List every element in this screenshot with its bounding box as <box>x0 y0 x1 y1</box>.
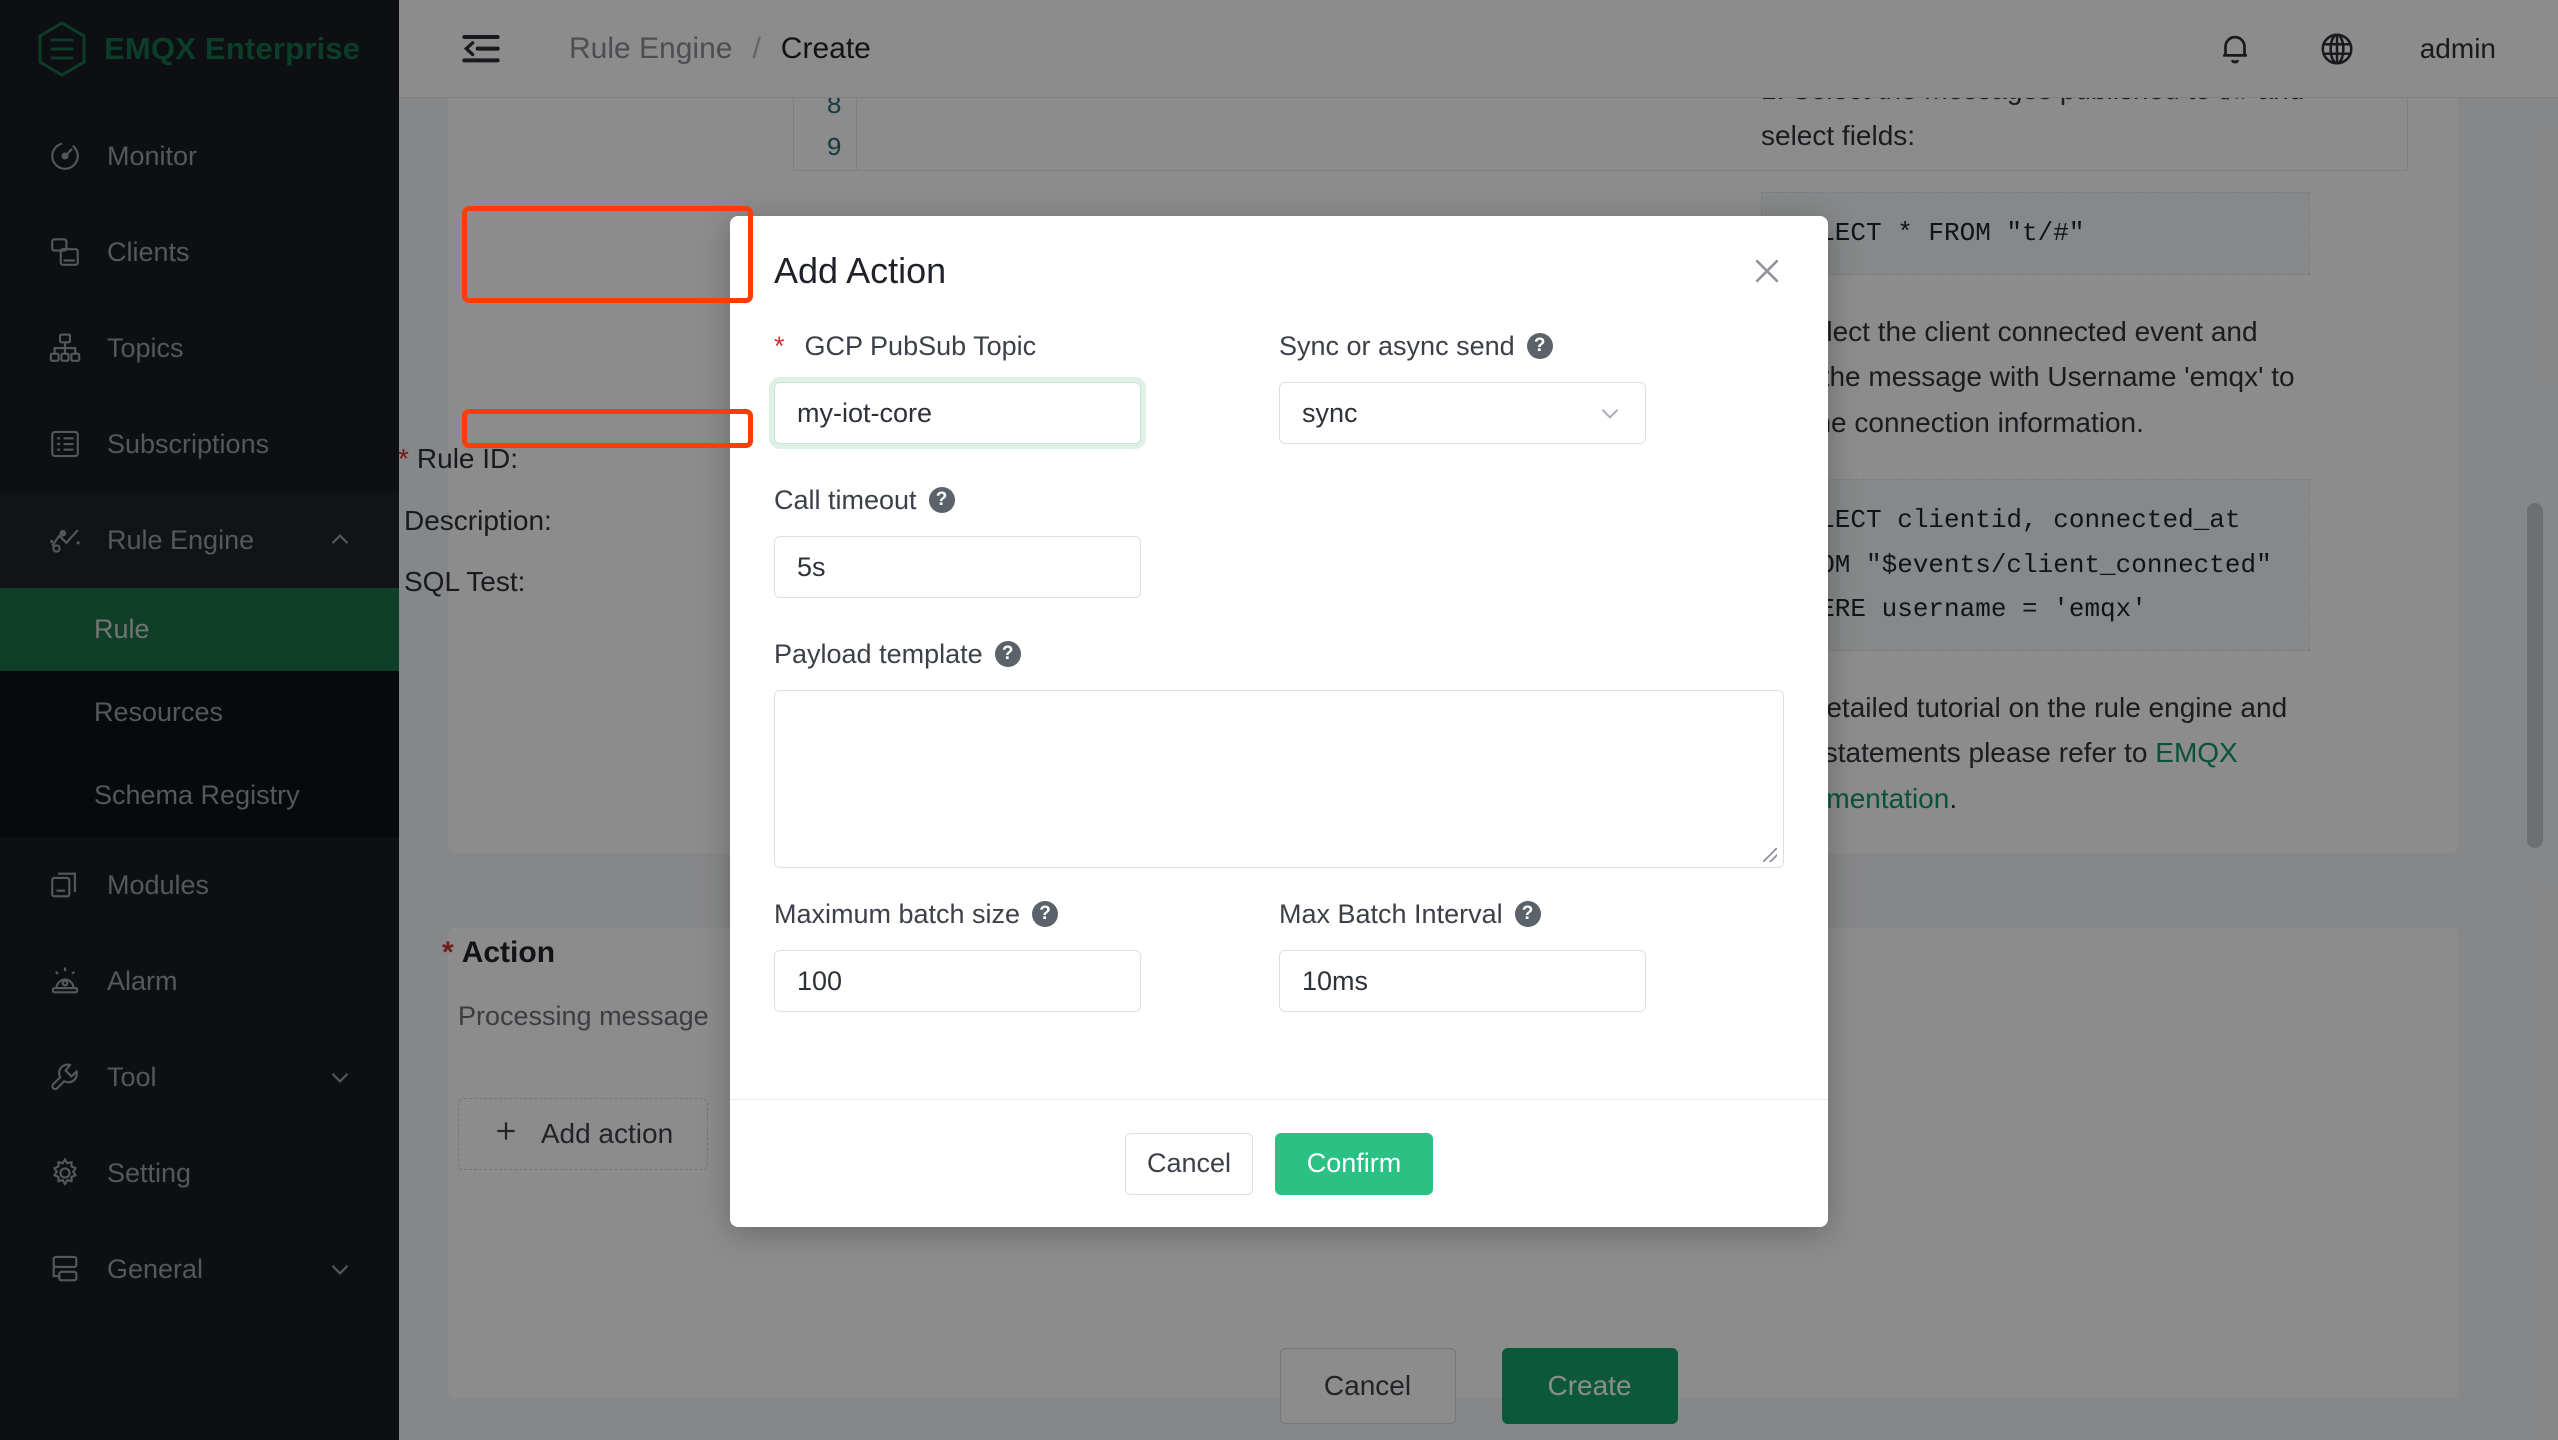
form-row-3: Maximum batch size ? 100 Max Batch Inter… <box>774 894 1784 1026</box>
payload-template-label: Payload template ? <box>774 634 1784 674</box>
gcp-pubsub-topic-input[interactable]: my-iot-core <box>774 382 1141 444</box>
form-row-2: Call timeout ? 5s <box>774 480 1784 612</box>
close-icon[interactable] <box>1750 254 1784 288</box>
call-timeout-input[interactable]: 5s <box>774 536 1141 598</box>
question-icon[interactable]: ? <box>1032 901 1058 927</box>
gcp-pubsub-topic-label: * GCP PubSub Topic <box>774 326 1279 366</box>
form-row-1: * GCP PubSub Topic my-iot-core Sync or a… <box>774 326 1784 458</box>
question-icon[interactable]: ? <box>995 641 1021 667</box>
dialog-header: Add Action <box>730 216 1828 326</box>
label-text: Sync or async send <box>1279 331 1515 362</box>
call-timeout-label: Call timeout ? <box>774 480 1279 520</box>
label-text: Maximum batch size <box>774 899 1020 930</box>
payload-template-textarea[interactable] <box>774 690 1784 868</box>
max-batch-interval-label: Max Batch Interval ? <box>1279 894 1784 934</box>
call-timeout-field: Call timeout ? 5s <box>774 480 1279 598</box>
add-action-dialog: Add Action * GCP PubSub Topic my-iot-cor… <box>730 216 1828 1227</box>
label-text: Max Batch Interval <box>1279 899 1503 930</box>
question-icon[interactable]: ? <box>1527 333 1553 359</box>
dialog-title: Add Action <box>774 250 946 292</box>
dialog-cancel-button[interactable]: Cancel <box>1125 1133 1253 1195</box>
required-star: * <box>774 331 785 362</box>
sync-async-select[interactable]: sync <box>1279 382 1646 444</box>
sync-async-value: sync <box>1302 398 1358 429</box>
question-icon[interactable]: ? <box>929 487 955 513</box>
label-text: GCP PubSub Topic <box>805 331 1037 362</box>
max-batch-interval-field: Max Batch Interval ? 10ms <box>1279 894 1784 1012</box>
dialog-footer: Cancel Confirm <box>730 1099 1828 1227</box>
form-col-right-empty <box>1279 480 1784 612</box>
payload-template-field: Payload template ? <box>774 634 1784 868</box>
form-col-right: Max Batch Interval ? 10ms <box>1279 894 1784 1026</box>
form-col-left: Maximum batch size ? 100 <box>774 894 1279 1026</box>
dialog-body: * GCP PubSub Topic my-iot-core Sync or a… <box>730 326 1828 1099</box>
gcp-pubsub-topic-field: * GCP PubSub Topic my-iot-core <box>774 326 1279 444</box>
chevron-down-icon <box>1597 400 1623 426</box>
sync-async-field: Sync or async send ? sync <box>1279 326 1784 444</box>
form-col-left: * GCP PubSub Topic my-iot-core <box>774 326 1279 458</box>
sync-async-label: Sync or async send ? <box>1279 326 1784 366</box>
max-batch-size-field: Maximum batch size ? 100 <box>774 894 1279 1012</box>
label-text: Call timeout <box>774 485 917 516</box>
form-col-right: Sync or async send ? sync <box>1279 326 1784 458</box>
max-batch-interval-input[interactable]: 10ms <box>1279 950 1646 1012</box>
max-batch-size-label: Maximum batch size ? <box>774 894 1279 934</box>
label-text: Payload template <box>774 639 983 670</box>
form-col-left: Call timeout ? 5s <box>774 480 1279 612</box>
question-icon[interactable]: ? <box>1515 901 1541 927</box>
app-root: EMQX Enterprise Monitor <box>0 0 2558 1440</box>
dialog-confirm-button[interactable]: Confirm <box>1275 1133 1433 1195</box>
max-batch-size-input[interactable]: 100 <box>774 950 1141 1012</box>
